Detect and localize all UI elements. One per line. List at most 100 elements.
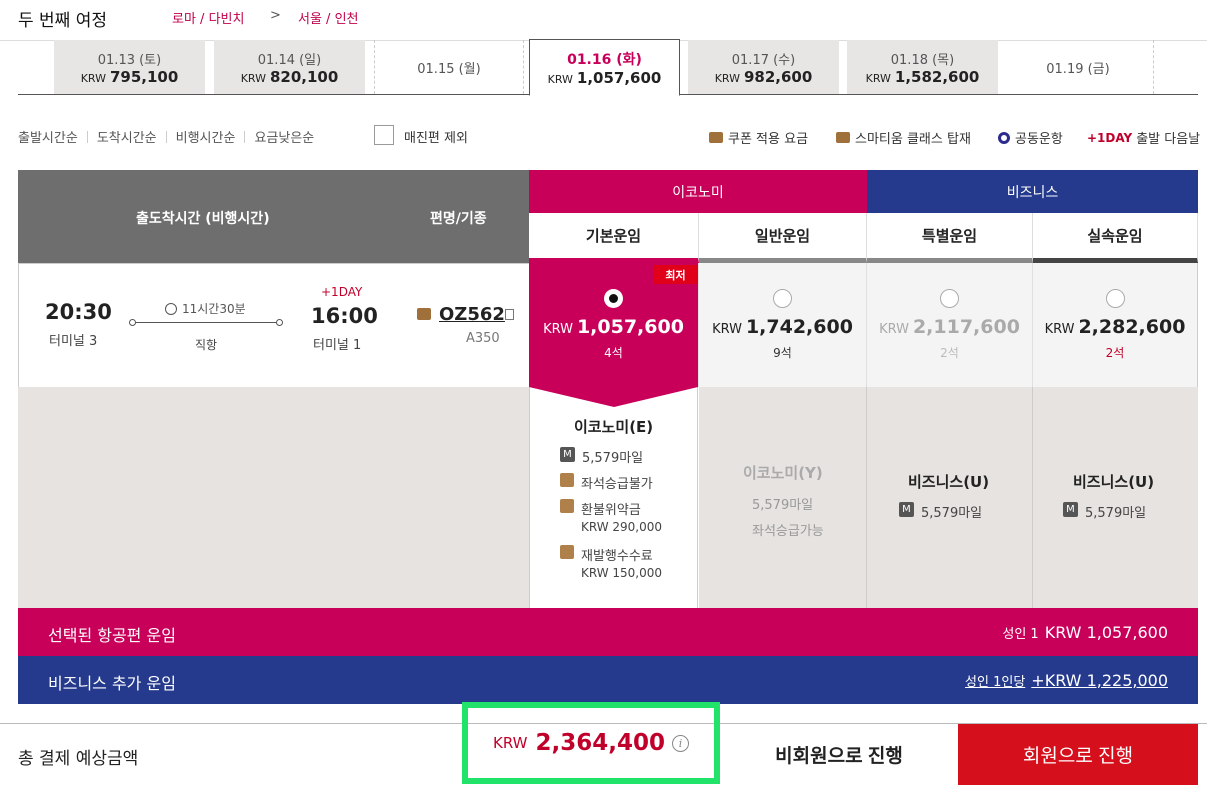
detail-spacer (18, 387, 529, 608)
sort-arrival[interactable]: 도착시간순 (97, 127, 157, 146)
fare-seats: 4석 (604, 346, 623, 360)
date-tab[interactable]: 01.15 (월) (374, 40, 524, 94)
date-tab-date: 01.14 (일) (257, 52, 322, 68)
detail-cabin: 이코노미(E) (574, 418, 654, 436)
date-tab-date: 01.18 (목) (890, 52, 955, 68)
business-upgrade-bar[interactable]: 비즈니스 추가 운임 성인 1인당 +KRW 1,225,000 (18, 656, 1198, 704)
date-tab-currency: KRW (714, 71, 740, 85)
flight-row: 20:30 터미널 3 11시간30분 직항 +1DAY 16:00 터미널 1… (18, 263, 529, 387)
radio-button[interactable] (773, 289, 792, 308)
total-amount-box: KRW 2,364,400 i (462, 702, 720, 784)
sort-price[interactable]: 요금낮은순 (254, 127, 314, 146)
date-tab-currency: KRW (547, 72, 573, 86)
aircraft-type: A350 (466, 331, 500, 346)
exclude-soldout-checkbox[interactable] (374, 125, 394, 145)
codeshare-icon (998, 131, 1010, 144)
info-icon[interactable]: i (671, 734, 689, 752)
date-tab-date: 01.17 (수) (731, 52, 796, 68)
sort-duration[interactable]: 비행시간순 (176, 127, 236, 146)
sort-departure[interactable]: 출발시간순 (18, 127, 78, 146)
date-tab-currency: KRW (80, 71, 106, 85)
date-tab-date: 01.19 (금) (1046, 61, 1110, 77)
flight-number-link[interactable]: OZ562 (439, 304, 505, 325)
date-tab[interactable]: 01.17 (수) KRW 982,600 (688, 40, 839, 94)
radio-button[interactable] (940, 289, 959, 308)
fare-type-basic: 기본운임 (529, 213, 699, 263)
detail-special: 비즈니스(U) M 5,579마일 (867, 387, 1033, 608)
date-tab-price: 795,100 (109, 67, 179, 86)
stops-label: 직항 (195, 338, 218, 352)
col-flight-header: 편명/기종 (430, 211, 487, 227)
fare-currency: KRW (1044, 322, 1075, 337)
selected-pax: 성인 1 (1002, 627, 1039, 642)
fare-seats: 9석 (773, 346, 792, 360)
flight-duration: 11시간30분 (165, 300, 246, 317)
member-proceed-button[interactable]: 회원으로 진행 (958, 724, 1198, 785)
legend-oneday: +1DAY 출발 다음날 (1087, 128, 1201, 148)
lowest-price-badge: 최저 (654, 265, 697, 284)
coupon-icon (709, 132, 723, 143)
business-upgrade-value[interactable]: +KRW 1,225,000 (1031, 671, 1168, 690)
legend-coupon: 쿠폰 적용 요금 (709, 128, 808, 147)
origin-city: 로마 / 다빈치 (172, 12, 245, 27)
copy-icon[interactable] (505, 309, 514, 320)
itinerary-title: 두 번째 여정 (18, 11, 108, 31)
clock-icon (165, 302, 177, 315)
legend-oneday-label: 출발 다음날 (1136, 132, 1201, 147)
date-tab[interactable]: 01.19 (금) (1003, 40, 1154, 94)
arrival-time: 16:00 (311, 304, 378, 328)
date-selector: 01.13 (토) KRW 795,100 01.14 (일) KRW 820,10… (18, 39, 1198, 96)
detail-cabin: 비즈니스(U) (908, 473, 990, 491)
upgrade-icon (560, 473, 574, 487)
selected-fare-bar: 선택된 항공편 운임 성인 1 KRW 1,057,600 (18, 608, 1198, 656)
total-label: 총 결제 예상금액 (18, 749, 139, 769)
economy-header: 이코노미 (529, 170, 867, 213)
fare-currency: KRW (879, 322, 909, 337)
arrival-terminal: 터미널 1 (313, 338, 362, 353)
departure-time: 20:30 (45, 300, 112, 324)
legend-coupon-label: 쿠폰 적용 요금 (728, 132, 809, 147)
route-line (131, 322, 281, 323)
date-tab[interactable]: 01.14 (일) KRW 820,100 (214, 40, 365, 94)
selected-notch (529, 387, 698, 407)
miles-icon: M (899, 502, 914, 517)
date-tab-date: 01.15 (월) (417, 61, 481, 77)
fare-option-saver[interactable]: KRW 2,282,600 2석 (1033, 263, 1198, 387)
detail-cabin: 비즈니스(U) (1073, 473, 1155, 491)
legend-codeshare-label: 공동운항 (1015, 132, 1063, 147)
date-tab[interactable]: 01.13 (토) KRW 795,100 (54, 40, 205, 94)
col-time-header: 출도착시간 (비행시간) (136, 211, 270, 227)
fare-type-saver: 실속운임 (1033, 213, 1198, 263)
detail-general: 이코노미(Y) 5,579마일 좌석승급가능 (699, 387, 867, 608)
fare-type-general: 일반운임 (699, 213, 867, 263)
legend-oneday-tag: +1DAY (1087, 130, 1133, 145)
date-tab-price: 1,582,600 (894, 67, 980, 86)
detail-refund-amount: KRW 290,000 (581, 520, 663, 534)
fare-seats: 2석 (1105, 346, 1125, 360)
fare-option-special[interactable]: KRW 2,117,600 2석 (867, 263, 1033, 387)
reissue-icon (560, 545, 574, 559)
route-start-dot (129, 319, 136, 326)
date-tab-date: 01.13 (토) (97, 52, 162, 68)
route-arrow-icon: > (270, 8, 281, 23)
radio-button[interactable] (1105, 289, 1125, 308)
next-day-tag: +1DAY (321, 285, 363, 299)
selected-fare-label: 선택된 항공편 운임 (48, 626, 176, 645)
selected-fare-value: KRW 1,057,600 (1044, 623, 1168, 642)
fare-price: 2,282,600 (1078, 316, 1186, 338)
fare-option-general[interactable]: KRW 1,742,600 9석 (699, 263, 867, 387)
sort-options: 출발시간순 도착시간순 비행시간순 요금낮은순 (18, 127, 314, 146)
detail-upgrade: 좌석승급가능 (752, 524, 824, 539)
detail-upgrade: 좌석승급불가 (581, 477, 653, 492)
date-tab-selected[interactable]: 01.16 (화) KRW 1,057,600 (529, 39, 680, 96)
date-tab[interactable]: 01.18 (목) KRW 1,582,600 (847, 40, 998, 94)
business-upgrade-label: 비즈니스 추가 운임 (48, 674, 176, 693)
miles-icon: M (560, 447, 575, 462)
detail-reissue-label: 재발행수수료 (581, 549, 653, 564)
fare-currency: KRW (543, 322, 573, 337)
miles-icon: M (1063, 502, 1078, 517)
radio-selected[interactable] (604, 289, 623, 308)
exclude-soldout-label: 매진편 제외 (404, 131, 468, 146)
guest-proceed-button[interactable]: 비회원으로 진행 (720, 724, 958, 785)
smartium-icon (417, 308, 431, 320)
